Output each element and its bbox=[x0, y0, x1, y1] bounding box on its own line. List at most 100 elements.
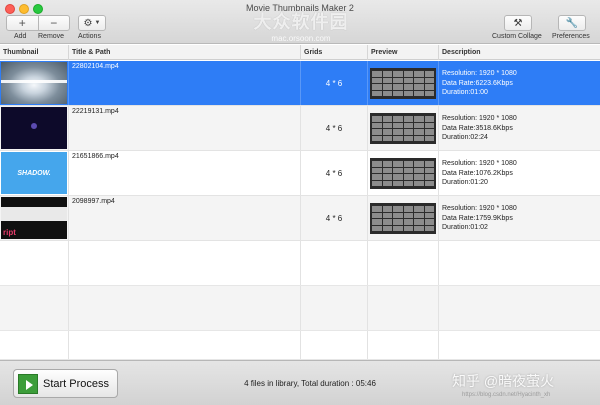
resolution-text: Resolution: 1920 * 1080 bbox=[442, 115, 517, 122]
grids-value: 4 * 6 bbox=[325, 124, 343, 133]
duration-text: Duration:02:24 bbox=[442, 134, 488, 141]
hammer-icon: ⚒ bbox=[513, 17, 523, 29]
preview-frame bbox=[372, 122, 382, 128]
preview-frame bbox=[424, 122, 434, 128]
preview-frame bbox=[393, 122, 403, 128]
blog-watermark: https://blog.csdn.net/Hyacinth_xh bbox=[462, 392, 551, 398]
title-cell: 22219131.mp4 bbox=[69, 106, 301, 150]
description-cell: Resolution: 1920 * 1080 Data Rate:1759.9… bbox=[439, 196, 600, 240]
column-header-grids[interactable]: Grids bbox=[301, 45, 368, 60]
add-remove-segment: + − bbox=[6, 15, 70, 31]
preview-frame bbox=[424, 174, 434, 180]
preview-frame bbox=[382, 167, 392, 173]
thumbnail-cell bbox=[0, 106, 69, 150]
preview-frame bbox=[424, 77, 434, 83]
video-thumbnail bbox=[1, 107, 67, 149]
preview-frame bbox=[382, 129, 392, 135]
preview-frame bbox=[424, 167, 434, 173]
title-cell: 2098997.mp4 bbox=[69, 196, 301, 240]
preview-frame bbox=[414, 116, 424, 122]
contact-sheet-preview bbox=[370, 113, 436, 144]
preview-frame bbox=[424, 84, 434, 90]
table-row[interactable]: 22219131.mp4 4 * 6 Resolution: 1920 * 10… bbox=[0, 106, 600, 151]
custom-collage-label: Custom Collage bbox=[492, 33, 542, 40]
file-title: 22219131.mp4 bbox=[72, 108, 119, 115]
add-button[interactable]: + bbox=[7, 16, 38, 30]
title-cell: 21651866.mp4 bbox=[69, 151, 301, 195]
preview-frame bbox=[414, 90, 424, 96]
duration-text: Duration:01:00 bbox=[442, 89, 488, 96]
preview-frame bbox=[372, 180, 382, 186]
resolution-text: Resolution: 1920 * 1080 bbox=[442, 70, 517, 77]
table-row[interactable]: SHADOW. 21651866.mp4 4 * 6 Resolution: 1… bbox=[0, 151, 600, 196]
preview-frame bbox=[403, 71, 413, 77]
table-header: Thumbnail Title & Path Grids Preview Des… bbox=[0, 45, 600, 60]
grids-value: 4 * 6 bbox=[325, 214, 343, 223]
empty-row bbox=[0, 286, 600, 331]
video-thumbnail: SHADOW. bbox=[1, 152, 67, 194]
table-row[interactable]: 22802104.mp4 4 * 6 Resolution: 1920 * 10… bbox=[0, 61, 600, 106]
preview-frame bbox=[414, 71, 424, 77]
column-header-preview[interactable]: Preview bbox=[368, 45, 439, 60]
preview-frame bbox=[403, 84, 413, 90]
description: Resolution: 1920 * 1080 Data Rate:1759.9… bbox=[442, 204, 517, 233]
data-rate-text: Data Rate:1759.9Kbps bbox=[442, 214, 513, 222]
preview-frame bbox=[424, 225, 434, 231]
preview-frame bbox=[414, 174, 424, 180]
preview-frame bbox=[403, 161, 413, 167]
preview-frame bbox=[372, 225, 382, 231]
remove-button[interactable]: − bbox=[37, 16, 70, 30]
preview-frame bbox=[382, 90, 392, 96]
zhihu-watermark: 知乎 @暗夜萤火 bbox=[452, 373, 555, 389]
preview-frame bbox=[403, 167, 413, 173]
preview-frame bbox=[382, 206, 392, 212]
grids-cell: 4 * 6 bbox=[301, 151, 368, 195]
video-thumbnail bbox=[1, 62, 67, 104]
watermark-main: 大众软件园 bbox=[253, 12, 349, 32]
description-cell: Resolution: 1920 * 1080 Data Rate:1076.2… bbox=[439, 151, 600, 195]
preview-frame bbox=[372, 212, 382, 218]
preview-frame bbox=[372, 161, 382, 167]
preview-frame bbox=[403, 122, 413, 128]
chevron-down-icon: ▼ bbox=[94, 20, 101, 26]
preview-frame bbox=[382, 180, 392, 186]
data-rate-text: Data Rate:1076.2Kbps bbox=[442, 169, 513, 177]
preview-frame bbox=[414, 77, 424, 83]
thumbnail-text: SHADOW. bbox=[17, 169, 51, 177]
preview-frame bbox=[393, 129, 403, 135]
grids-cell: 4 * 6 bbox=[301, 61, 368, 105]
column-header-title-path[interactable]: Title & Path bbox=[69, 45, 301, 60]
data-rate-text: Data Rate:6223.6Kbps bbox=[442, 79, 513, 87]
preview-frame bbox=[382, 71, 392, 77]
preview-frame bbox=[382, 84, 392, 90]
start-process-button[interactable]: Start Process bbox=[13, 369, 118, 398]
add-label: Add bbox=[14, 33, 27, 40]
thumbnail-text: ript bbox=[3, 228, 16, 237]
preview-frame bbox=[403, 225, 413, 231]
preview-frame bbox=[403, 135, 413, 141]
empty-row bbox=[0, 241, 600, 286]
actions-button[interactable]: ⚙ ▼ bbox=[78, 15, 106, 31]
custom-collage-button[interactable]: ⚒ bbox=[504, 15, 532, 31]
preferences-button[interactable]: 🔧 bbox=[558, 15, 586, 31]
preview-frame bbox=[414, 225, 424, 231]
preview-frame bbox=[414, 84, 424, 90]
preview-frame bbox=[393, 225, 403, 231]
preview-frame bbox=[424, 219, 434, 225]
preview-frame bbox=[382, 77, 392, 83]
preview-frame bbox=[424, 212, 434, 218]
table-row[interactable]: ript 2098997.mp4 4 * 6 Resolution: 1920 … bbox=[0, 196, 600, 241]
description: Resolution: 1920 * 1080 Data Rate:3518.6… bbox=[442, 114, 517, 143]
preview-frame bbox=[393, 71, 403, 77]
preview-frame bbox=[414, 180, 424, 186]
column-header-description[interactable]: Description bbox=[439, 45, 600, 60]
preview-frame bbox=[372, 116, 382, 122]
preferences-label: Preferences bbox=[552, 33, 590, 40]
preview-frame bbox=[372, 135, 382, 141]
preview-frame bbox=[424, 161, 434, 167]
preview-frame bbox=[403, 219, 413, 225]
preview-frame bbox=[424, 206, 434, 212]
column-header-thumbnail[interactable]: Thumbnail bbox=[0, 45, 69, 60]
preview-frame bbox=[382, 161, 392, 167]
preview-cell bbox=[368, 106, 439, 150]
